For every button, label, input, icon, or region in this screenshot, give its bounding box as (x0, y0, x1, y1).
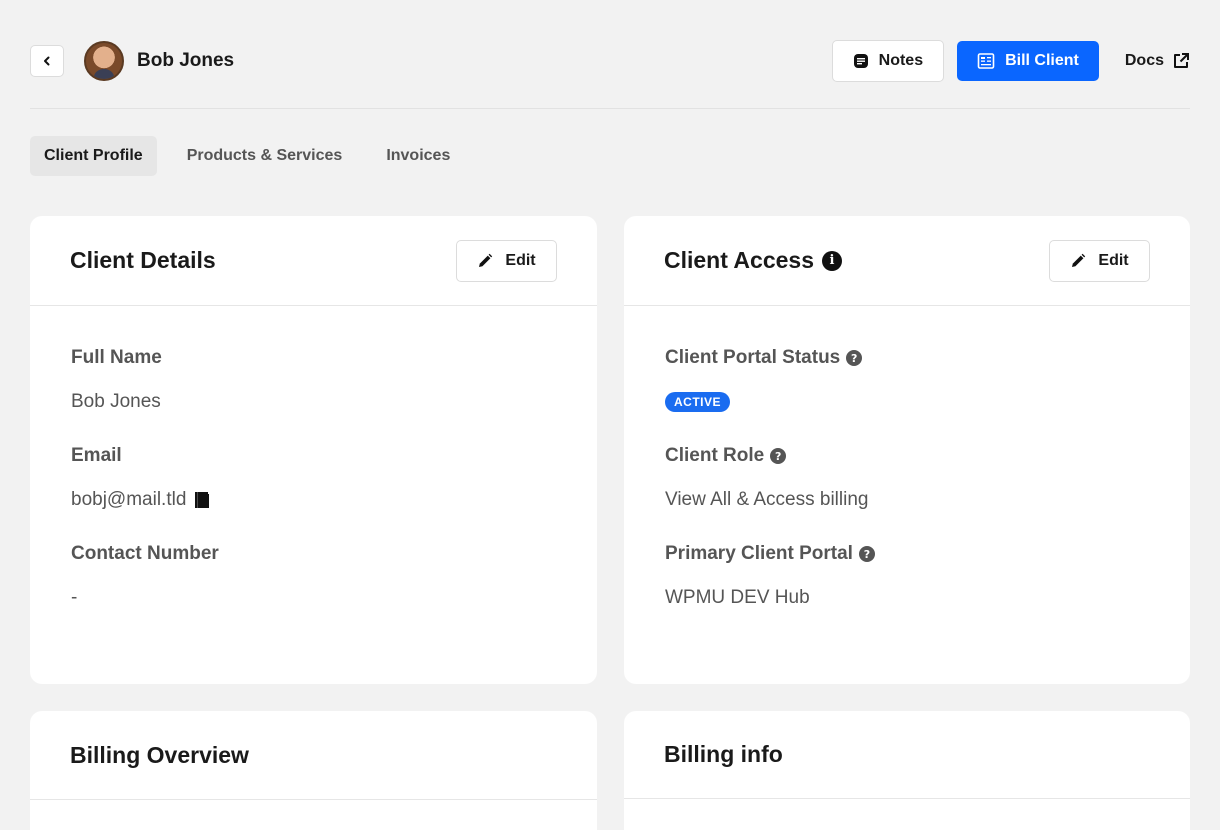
invoice-icon (977, 53, 995, 69)
notes-icon (853, 54, 868, 68)
bill-client-button-label: Bill Client (1005, 52, 1079, 69)
primary-portal-value: WPMU DEV Hub (665, 587, 810, 608)
help-icon[interactable]: ? (846, 350, 863, 366)
help-icon[interactable]: ? (770, 448, 787, 464)
billing-overview-title: Billing Overview (70, 741, 249, 768)
portal-status-value-row: ACTIVE (665, 390, 1149, 414)
client-access-edit-button[interactable]: Edit (1049, 239, 1150, 282)
header-left: Bob Jones (30, 41, 234, 81)
client-role-label: Client Role (665, 445, 765, 466)
header-actions: Notes Bill Client Docs (831, 40, 1190, 82)
edit-button-label: Edit (505, 251, 536, 269)
portal-status-label-row: Client Portal Status ? (665, 346, 1149, 370)
tab-bar: Client Profile Products & Services Invoi… (30, 136, 464, 176)
email-value-row: bobj@mail.tld (71, 488, 556, 512)
page-title: Bob Jones (137, 50, 235, 71)
client-details-edit-button[interactable]: Edit (456, 239, 557, 282)
help-icon[interactable]: ? (858, 546, 875, 562)
docs-link[interactable]: Docs (1125, 52, 1190, 70)
info-icon[interactable]: i (822, 250, 842, 271)
client-role-label-row: Client Role ? (665, 444, 1149, 468)
notes-button-label: Notes (878, 52, 924, 69)
bill-client-button[interactable]: Bill Client (957, 41, 1099, 81)
docs-link-label: Docs (1124, 52, 1164, 69)
client-access-title-text: Client Access (664, 247, 814, 273)
status-badge: ACTIVE (665, 392, 731, 412)
client-details-card: Client Details Edit Full Name Bob Jones … (30, 216, 597, 684)
edit-button-label: Edit (1098, 251, 1129, 269)
billing-overview-header: Billing Overview (30, 711, 597, 800)
billing-overview-card: Billing Overview (30, 711, 597, 830)
client-details-body: Full Name Bob Jones Email bobj@mail.tld … (30, 306, 597, 610)
billing-info-header: Billing info (624, 711, 1190, 799)
client-details-header: Client Details Edit (30, 216, 597, 306)
client-profile-page: Bob Jones Notes Bill Client Docs Client … (0, 0, 1220, 830)
tab-invoices[interactable]: Invoices (372, 136, 464, 176)
email-field: Email bobj@mail.tld (71, 444, 556, 512)
contact-number-label: Contact Number (71, 543, 219, 564)
full-name-field: Full Name Bob Jones (71, 346, 556, 414)
client-access-card: Client Access i Edit Client Portal Statu… (624, 216, 1190, 684)
pencil-icon (1072, 253, 1086, 267)
client-role-field: Client Role ? View All & Access billing (665, 444, 1149, 512)
notes-button[interactable]: Notes (831, 40, 945, 82)
primary-portal-field: Primary Client Portal ? WPMU DEV Hub (665, 542, 1149, 610)
header-divider (30, 108, 1190, 109)
tab-products-services[interactable]: Products & Services (173, 136, 357, 176)
email-value: bobj@mail.tld (71, 489, 187, 510)
contact-number-value: - (71, 587, 78, 608)
client-access-title: Client Access i (664, 247, 842, 274)
tab-client-profile[interactable]: Client Profile (30, 136, 157, 176)
copy-icon[interactable] (194, 491, 210, 509)
portal-status-label: Client Portal Status (665, 347, 841, 368)
full-name-value: Bob Jones (71, 391, 161, 412)
client-role-value: View All & Access billing (665, 489, 869, 510)
billing-info-title: Billing info (664, 741, 783, 767)
primary-portal-label-row: Primary Client Portal ? (665, 542, 1149, 566)
email-label: Email (71, 445, 122, 466)
billing-info-card: Billing info (624, 711, 1190, 830)
client-access-body: Client Portal Status ? ACTIVE Client Rol… (624, 306, 1190, 610)
portal-status-field: Client Portal Status ? ACTIVE (665, 346, 1149, 414)
page-header: Bob Jones Notes Bill Client Docs (30, 40, 1190, 82)
client-details-title-text: Client Details (70, 247, 216, 273)
external-link-icon (1174, 53, 1189, 68)
contact-number-field: Contact Number - (71, 542, 556, 610)
client-access-header: Client Access i Edit (624, 216, 1190, 306)
full-name-label: Full Name (71, 347, 162, 368)
pencil-icon (479, 253, 493, 267)
avatar (84, 41, 124, 81)
client-details-title: Client Details (70, 247, 216, 274)
primary-portal-label: Primary Client Portal (665, 543, 853, 564)
chevron-left-icon (44, 56, 50, 66)
back-button[interactable] (30, 45, 64, 77)
